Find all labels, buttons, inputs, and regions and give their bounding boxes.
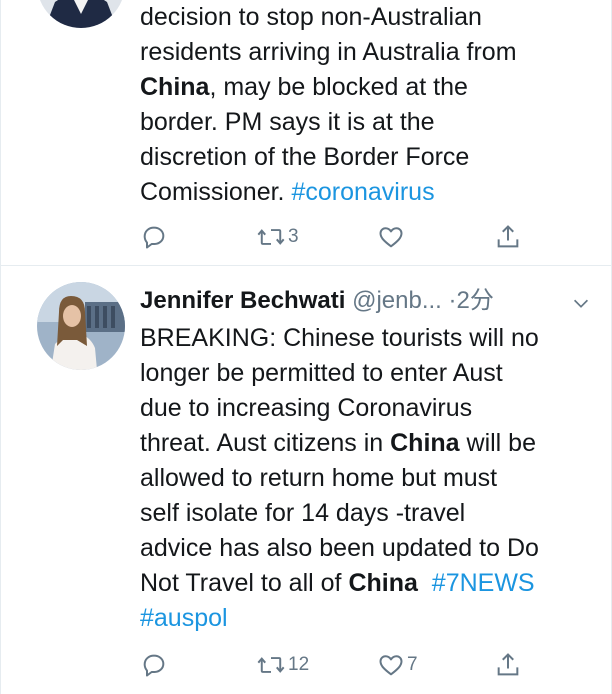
reply-button[interactable] (140, 648, 168, 682)
like-button[interactable] (377, 220, 407, 254)
hashtag-link[interactable]: #coronavirus (291, 178, 434, 206)
display-name[interactable]: Jennifer Bechwati (140, 287, 345, 314)
like-count: 7 (407, 654, 418, 675)
like-button[interactable]: 7 (377, 648, 418, 682)
retweet-count: 12 (288, 654, 310, 675)
avatar-image (37, 282, 125, 370)
avatar[interactable] (37, 282, 125, 370)
tweet-actions: 3 (140, 220, 540, 254)
tweet-text-segment: decision to stop non-Australian resident… (140, 3, 517, 66)
separator-dot: · (448, 287, 457, 314)
mention-keyword: China (140, 73, 210, 101)
tweet-text-segment (418, 569, 432, 597)
mention-keyword: China (390, 429, 460, 457)
tweet-text: decision to stop non-Australian resident… (140, 0, 610, 210)
tweet-header: Jennifer Bechwati @jenb... ·2分 (140, 284, 610, 318)
tweet-card[interactable]: decision to stop non-Australian resident… (0, 0, 612, 266)
timeline-border-left (0, 0, 1, 694)
hashtag-link[interactable]: #auspol (140, 604, 228, 632)
retweet-icon (257, 657, 285, 673)
retweet-count: 3 (288, 226, 299, 247)
share-button[interactable] (494, 648, 522, 682)
reply-icon (143, 654, 165, 677)
mention-keyword: China (348, 569, 418, 597)
timestamp[interactable]: 2分 (457, 287, 494, 314)
share-icon (497, 225, 519, 248)
avatar[interactable] (37, 0, 125, 28)
user-handle[interactable]: @jenb... (352, 287, 442, 314)
tweet-text: BREAKING: Chinese tourists will no longe… (140, 321, 610, 636)
reply-icon (143, 226, 165, 249)
more-options-button[interactable] (570, 290, 592, 312)
avatar-image (37, 0, 125, 28)
tweet-actions: 12 7 (140, 648, 540, 682)
tweet-card[interactable]: Jennifer Bechwati @jenb... ·2分 BREAKING:… (0, 266, 612, 694)
share-icon (497, 653, 519, 676)
share-button[interactable] (494, 220, 522, 254)
chevron-down-icon (573, 299, 589, 308)
retweet-button[interactable]: 12 (256, 648, 309, 682)
retweet-icon (257, 229, 285, 245)
hashtag-link[interactable]: #7NEWS (432, 569, 535, 597)
heart-icon (379, 227, 403, 248)
retweet-button[interactable]: 3 (256, 220, 299, 254)
heart-icon (379, 655, 403, 676)
reply-button[interactable] (140, 220, 168, 254)
